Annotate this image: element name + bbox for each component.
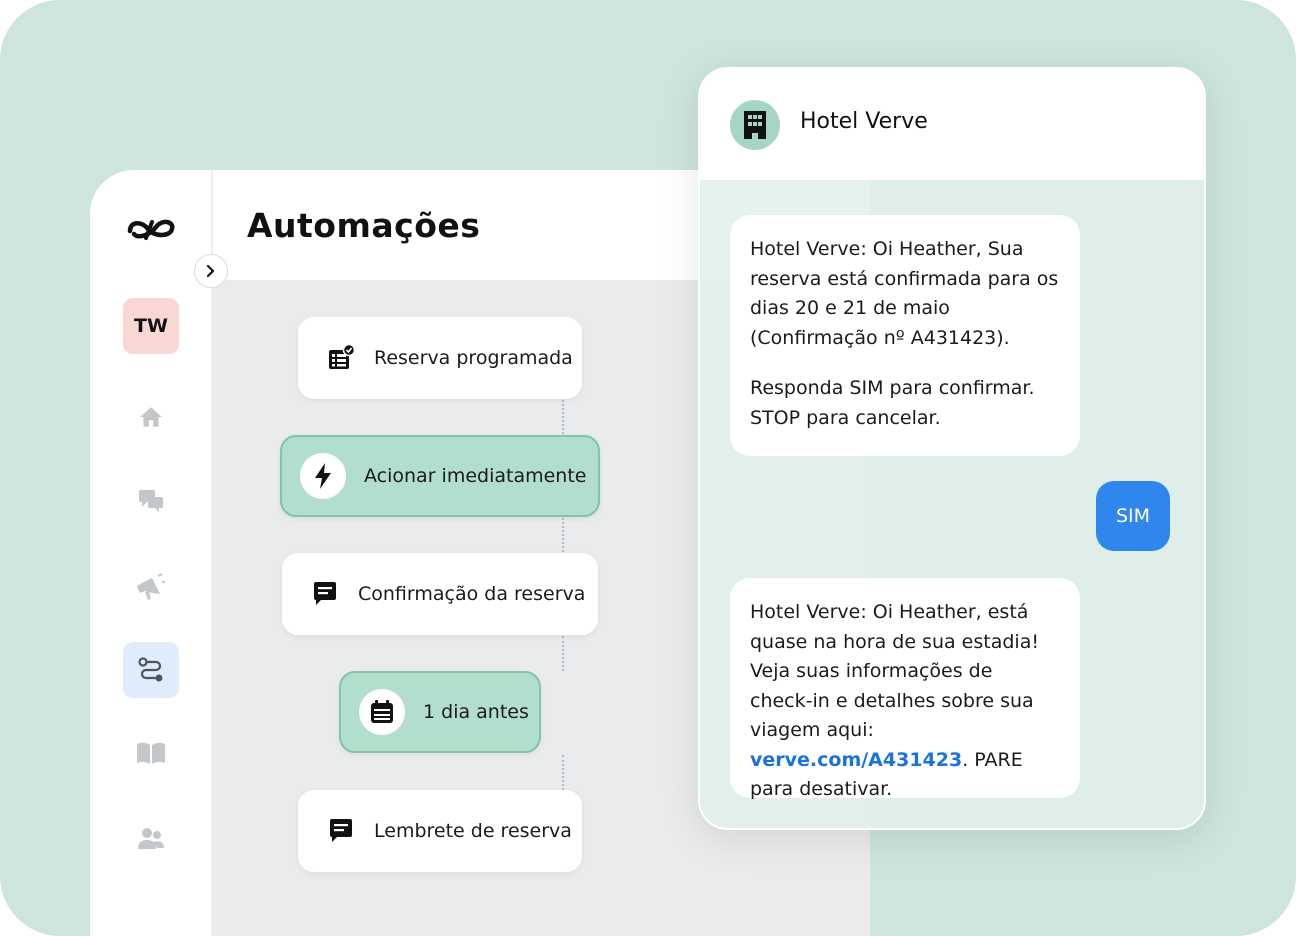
expand-sidebar-button[interactable] (194, 254, 228, 288)
chat-icon[interactable] (132, 482, 170, 520)
flow-connector (562, 518, 564, 552)
sms-conversation-card: Hotel Verve Hotel Verve: Oi Heather, Sua… (698, 67, 1206, 830)
received-message: Hotel Verve: Oi Heather, Sua reserva est… (730, 215, 1080, 456)
user-avatar[interactable]: TW (123, 298, 179, 354)
calendar-icon (359, 689, 405, 735)
chevron-right-icon (206, 264, 215, 278)
received-message: Hotel Verve: Oi Heather, está quase na h… (730, 578, 1080, 800)
flow-node-one-day-before[interactable]: 1 dia antes (339, 671, 541, 753)
flow-connector (562, 636, 564, 671)
megaphone-icon[interactable] (132, 568, 170, 606)
message-icon (310, 579, 340, 609)
node-label: Acionar imediatamente (364, 465, 587, 487)
building-icon (730, 100, 780, 150)
message-text: Hotel Verve: Oi Heather, Sua reserva est… (750, 238, 1059, 349)
contact-name: Hotel Verve (800, 109, 928, 134)
node-label: 1 dia antes (423, 701, 529, 723)
checkin-link[interactable]: verve.com/A431423 (750, 749, 962, 771)
flow-node-booking-confirmation[interactable]: Confirmação da reserva (282, 553, 598, 635)
message-icon (326, 816, 356, 846)
sent-message: SIM (1096, 481, 1170, 551)
sidebar: TW (90, 170, 213, 936)
scheduled-list-icon (326, 343, 356, 373)
book-icon[interactable] (132, 734, 170, 772)
node-label: Reserva programada (374, 347, 573, 369)
node-label: Lembrete de reserva (374, 820, 572, 842)
flow-node-trigger-now[interactable]: Acionar imediatamente (280, 435, 600, 517)
automation-icon[interactable] (123, 642, 179, 698)
flow-node-booking-reminder[interactable]: Lembrete de reserva (298, 790, 582, 872)
message-text: Responda SIM para confirmar. STOP para c… (750, 377, 1035, 429)
message-text: Hotel Verve: Oi Heather, está quase na h… (750, 601, 1039, 741)
flow-node-scheduled-booking[interactable]: Reserva programada (298, 317, 582, 399)
flow-connector (562, 400, 564, 434)
home-icon[interactable] (132, 398, 170, 436)
node-label: Confirmação da reserva (358, 583, 586, 605)
lightning-icon (300, 453, 346, 499)
page-title: Automações (247, 206, 481, 245)
users-icon[interactable] (132, 820, 170, 858)
flow-connector (562, 755, 564, 790)
brand-logo (127, 219, 175, 240)
chat-header: Hotel Verve (700, 69, 1204, 180)
